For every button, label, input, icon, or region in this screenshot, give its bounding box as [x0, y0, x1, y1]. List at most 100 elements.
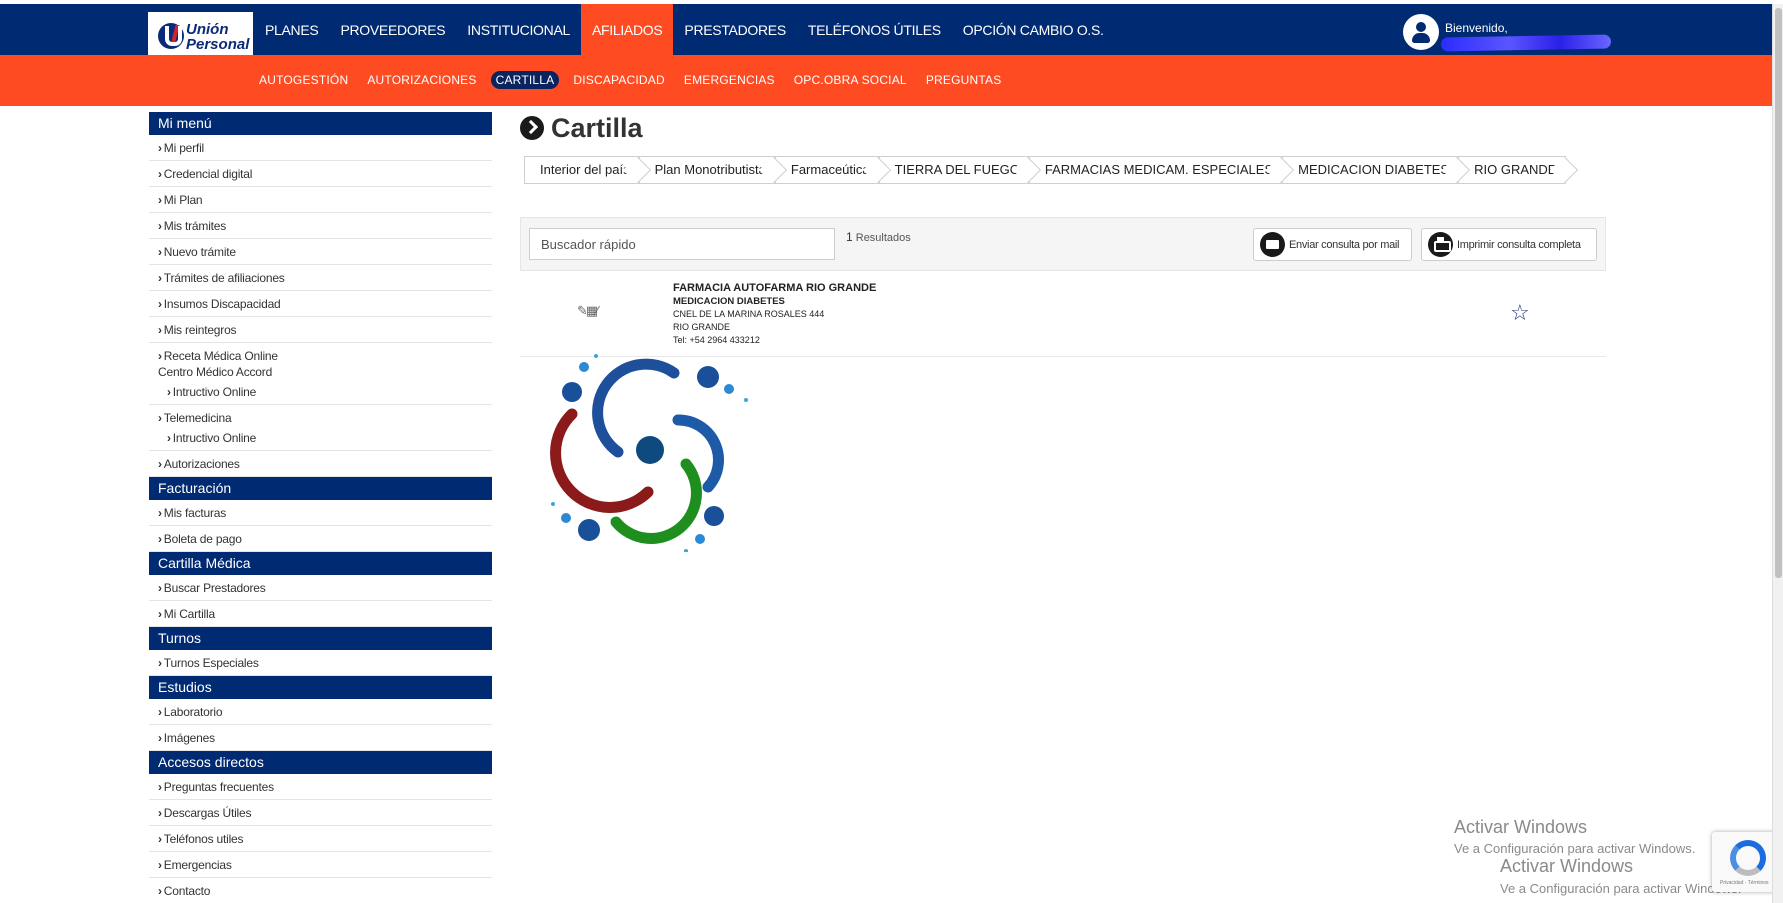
- chevron-right-icon: ›: [158, 832, 162, 846]
- sidebar-item[interactable]: › Mis trámites: [149, 213, 492, 239]
- breadcrumb-item[interactable]: MEDICACION DIABETES: [1282, 156, 1459, 184]
- sidebar-item-label: Imágenes: [163, 731, 215, 745]
- sidebar-item[interactable]: › Telemedicina › Intructivo Online: [149, 405, 492, 451]
- sidebar-item[interactable]: › Receta Médica Online Centro Médico Accor…: [149, 343, 492, 405]
- brand-logo[interactable]: Unión Personal: [148, 12, 253, 59]
- page-title: Cartilla: [551, 112, 643, 143]
- sidebar-item[interactable]: › Nuevo trámite: [149, 239, 492, 265]
- results-count: 1 Resultados: [846, 230, 911, 244]
- nav-item-institucional[interactable]: INSTITUCIONAL: [456, 4, 581, 55]
- nav-item-opci-n-cambio-o-s[interactable]: OPCIÓN CAMBIO O.S.: [952, 4, 1115, 55]
- sidebar-item[interactable]: › Mi Plan: [149, 187, 492, 213]
- chevron-right-icon: ›: [158, 349, 162, 363]
- loading-spinner-icon: [550, 354, 748, 552]
- sidebar-item[interactable]: › Trámites de afiliaciones: [149, 265, 492, 291]
- chevron-right-icon: ›: [158, 806, 162, 820]
- sidebar-item[interactable]: › Turnos Especiales: [149, 650, 492, 676]
- page-header: Cartilla: [520, 112, 1606, 144]
- search-panel: 1 Resultados Enviar consulta por mail Im…: [520, 217, 1606, 271]
- sidebar-item[interactable]: › Preguntas frecuentes: [149, 774, 492, 800]
- subnav-item-discapacidad[interactable]: DISCAPACIDAD: [568, 71, 670, 89]
- sidebar-item[interactable]: › Imágenes: [149, 725, 492, 751]
- user-avatar-icon[interactable]: [1403, 14, 1439, 50]
- sidebar-item-label: Telemedicina: [163, 411, 232, 425]
- nav-item-proveedores[interactable]: PROVEEDORES: [329, 4, 456, 55]
- top-navbar: Unión Personal PLANES PROVEEDORES INSTITUC…: [0, 4, 1780, 59]
- quick-search-input[interactable]: [529, 228, 835, 260]
- sidebar-item-label: Mis trámites: [163, 219, 227, 233]
- sidebar-item[interactable]: › Autorizaciones: [149, 451, 492, 477]
- sidebar-subitem-label: Intructivo Online: [172, 431, 257, 445]
- subnav-item-autorizaciones[interactable]: AUTORIZACIONES: [362, 71, 481, 89]
- sidebar-item[interactable]: › Emergencias: [149, 852, 492, 878]
- sidebar-item-label: Trámites de afiliaciones: [163, 271, 285, 285]
- recaptcha-icon: [1730, 840, 1766, 876]
- sidebar-item-label: Mi perfil: [163, 141, 205, 155]
- nav-item-afiliados[interactable]: AFILIADOS: [580, 4, 674, 55]
- sidebar-item[interactable]: › Mis reintegros: [149, 317, 492, 343]
- sidebar-item[interactable]: › Contacto: [149, 878, 492, 903]
- sidebar-item[interactable]: › Mi Cartilla: [149, 601, 492, 627]
- sidebar-item-label: Insumos Discapacidad: [163, 297, 281, 311]
- sidebar-item[interactable]: › Laboratorio: [149, 699, 492, 725]
- sidebar-section-title: Mi menú: [149, 112, 492, 135]
- chevron-right-icon: ›: [167, 431, 171, 445]
- send-mail-button[interactable]: Enviar consulta por mail: [1253, 228, 1412, 261]
- envelope-icon: [1260, 232, 1285, 257]
- sidebar-section-title: Turnos: [149, 627, 492, 650]
- nav-item-tel-fonos-tiles[interactable]: TELÉFONOS ÚTILES: [797, 4, 952, 55]
- subnav-item-cartilla[interactable]: CARTILLA: [490, 71, 560, 89]
- breadcrumb-item[interactable]: Farmaceútica: [774, 156, 879, 184]
- favorite-star-icon[interactable]: ☆: [1510, 300, 1530, 326]
- sidebar-menu: Mi menú › Mi perfil › Credencial digital › Mi …: [149, 112, 492, 903]
- sidebar-item[interactable]: › Teléfonos utiles: [149, 826, 492, 852]
- user-welcome[interactable]: Bienvenido,: [1403, 14, 1613, 52]
- page-scrollbar[interactable]: [1772, 4, 1783, 903]
- subnav-item-emergencias[interactable]: EMERGENCIAS: [679, 71, 780, 89]
- nav-item-planes[interactable]: PLANES: [254, 4, 329, 55]
- sidebar-item-label: Mi Plan: [163, 193, 203, 207]
- breadcrumb-item[interactable]: RIO GRANDE: [1458, 156, 1567, 184]
- sidebar-item[interactable]: › Insumos Discapacidad: [149, 291, 492, 317]
- result-name: FARMACIA AUTOFARMA RIO GRANDE: [673, 282, 877, 294]
- pharmacy-icon: ✎▦⁄: [577, 303, 598, 318]
- scrollbar-thumb[interactable]: [1775, 8, 1782, 578]
- brand-mark-icon: [158, 23, 184, 49]
- subnav-item-opc-obra-social[interactable]: OPC.OBRA SOCIAL: [789, 71, 912, 89]
- sidebar-item[interactable]: › Descargas Útiles: [149, 800, 492, 826]
- sidebar-item-label: Turnos Especiales: [163, 656, 259, 670]
- sidebar-item[interactable]: › Mi perfil: [149, 135, 492, 161]
- print-button[interactable]: Imprimir consulta completa: [1421, 228, 1597, 261]
- chevron-right-icon: ›: [158, 581, 162, 595]
- sidebar-item-label: Descargas Útiles: [163, 806, 252, 820]
- breadcrumb-item[interactable]: TIERRA DEL FUEGO: [878, 156, 1029, 184]
- welcome-label: Bienvenido,: [1445, 21, 1508, 35]
- breadcrumb-item[interactable]: Plan Monotributista: [638, 156, 775, 184]
- sidebar-subitem[interactable]: › Intructivo Online: [158, 384, 483, 400]
- breadcrumb-item[interactable]: Interior del país: [524, 156, 639, 184]
- main-content: Cartilla Interior del país Plan Monotribu…: [520, 112, 1606, 357]
- chevron-right-icon: ›: [158, 193, 162, 207]
- breadcrumb-item[interactable]: FARMACIAS MEDICAM. ESPECIALES: [1028, 156, 1283, 184]
- chevron-right-icon: ›: [158, 506, 162, 520]
- sidebar-section-title: Accesos directos: [149, 751, 492, 774]
- sidebar-item[interactable]: › Credencial digital: [149, 161, 492, 187]
- chevron-right-icon: ›: [158, 271, 162, 285]
- subnav-item-autogesti-n[interactable]: AUTOGESTIÓN: [254, 71, 353, 89]
- main-nav: PLANES PROVEEDORES INSTITUCIONAL AFILIADOS P…: [254, 4, 1115, 55]
- subnav-item-preguntas[interactable]: PREGUNTAS: [921, 71, 1007, 89]
- sidebar-item[interactable]: › Boleta de pago: [149, 526, 492, 552]
- result-item[interactable]: ✎▦⁄ FARMACIA AUTOFARMA RIO GRANDE MEDICA…: [520, 277, 1606, 357]
- result-address: CNEL DE LA MARINA ROSALES 444: [673, 309, 825, 319]
- sidebar-item[interactable]: › Mis facturas: [149, 500, 492, 526]
- sidebar-item[interactable]: › Buscar Prestadores: [149, 575, 492, 601]
- chevron-right-icon: ›: [158, 245, 162, 259]
- sidebar-subitem[interactable]: › Intructivo Online: [158, 430, 483, 446]
- sidebar-item-label: Mis facturas: [163, 506, 227, 520]
- chevron-right-icon: ›: [158, 141, 162, 155]
- result-city: RIO GRANDE: [673, 322, 731, 332]
- sidebar-item-label: Contacto: [163, 884, 211, 898]
- nav-item-prestadores[interactable]: PRESTADORES: [673, 4, 796, 55]
- sidebar-item-label: Receta Médica Online: [163, 349, 278, 363]
- sidebar-item-label: Credencial digital: [163, 167, 253, 181]
